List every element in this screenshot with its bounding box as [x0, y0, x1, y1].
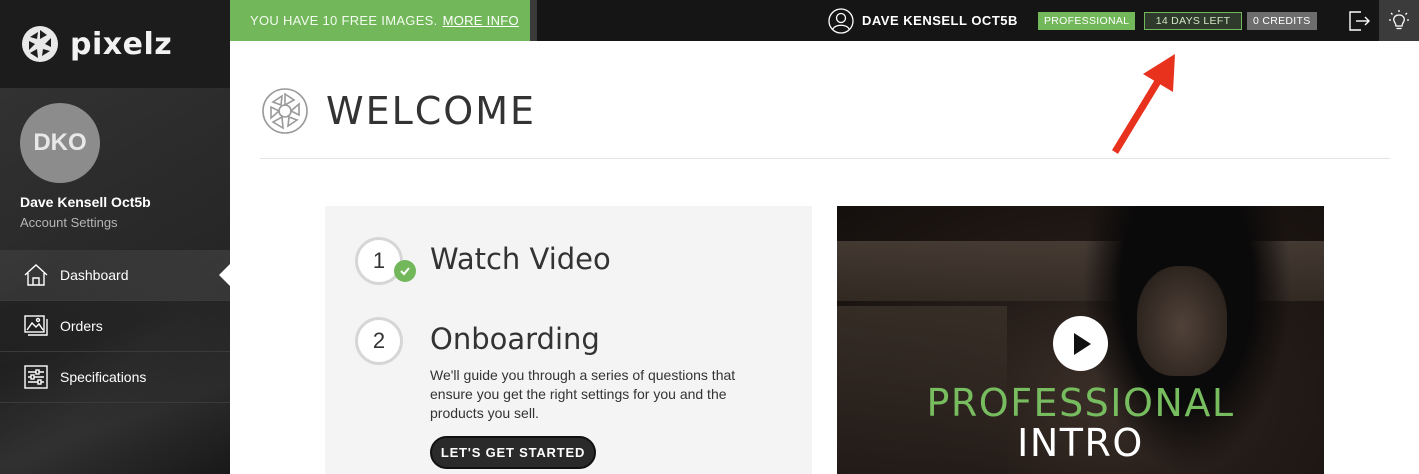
- page-title: WELCOME: [326, 89, 536, 133]
- sliders-icon: [22, 363, 50, 391]
- page-header: WELCOME: [260, 86, 536, 136]
- divider: [260, 158, 1390, 159]
- play-icon: [1073, 332, 1091, 355]
- top-bar: YOU HAVE 10 FREE IMAGES. MORE INFO DAVE …: [230, 0, 1419, 41]
- brand[interactable]: pixelz: [0, 0, 230, 88]
- plan-badge: PROFESSIONAL: [1038, 12, 1136, 30]
- video-title-line1: PROFESSIONAL: [926, 381, 1235, 425]
- account-settings-link[interactable]: Account Settings: [20, 215, 118, 230]
- theme-toggle-button[interactable]: [1379, 0, 1419, 41]
- profile-panel: DKO Dave Kensell Oct5b Account Settings: [0, 88, 230, 250]
- video-title-line2: INTRO: [1017, 421, 1144, 465]
- onboarding-description: We'll guide you through a series of ques…: [430, 367, 736, 421]
- banner-edge: [530, 0, 537, 41]
- home-icon: [22, 261, 50, 289]
- onboarding-steps: 1 Watch Video 2 Onboarding We'll guide y…: [325, 206, 812, 474]
- play-button[interactable]: [1053, 316, 1108, 371]
- trial-days-badge: 14 DAYS LEFT: [1144, 12, 1242, 30]
- app-root: pixelz DKO Dave Kensell Oct5b Account Se…: [0, 0, 1419, 474]
- pixelz-logo-icon: [22, 26, 58, 62]
- main-content: WELCOME 1 Watch Video 2 Onboarding We'll…: [230, 41, 1419, 474]
- sidebar-item-orders[interactable]: Orders: [0, 301, 230, 352]
- sidebar-item-label: Dashboard: [60, 267, 129, 283]
- logout-icon[interactable]: [1346, 8, 1372, 34]
- credits-badge[interactable]: 0 CREDITS: [1247, 12, 1317, 30]
- intro-video-player[interactable]: PROFESSIONAL INTRO: [837, 206, 1324, 474]
- user-icon: [828, 7, 854, 34]
- annotation-arrow-icon: [1112, 54, 1175, 154]
- more-info-link[interactable]: MORE INFO: [443, 13, 519, 28]
- user-name: DAVE KENSELL OCT5B: [862, 13, 1018, 28]
- sidebar-item-specifications[interactable]: Specifications: [0, 352, 230, 403]
- banner-text: YOU HAVE 10 FREE IMAGES.: [250, 13, 438, 28]
- avatar[interactable]: DKO: [20, 103, 100, 183]
- step-title-watch-video[interactable]: Watch Video: [430, 242, 611, 276]
- step-number-badge: 2: [355, 317, 403, 365]
- images-icon: [22, 312, 50, 340]
- step-title-onboarding: Onboarding: [430, 322, 600, 356]
- sidebar-item-dashboard[interactable]: Dashboard: [0, 250, 230, 301]
- free-images-banner: YOU HAVE 10 FREE IMAGES. MORE INFO: [230, 0, 530, 41]
- get-started-button[interactable]: LET'S GET STARTED: [430, 436, 596, 469]
- sidebar-item-label: Specifications: [60, 369, 147, 385]
- sidebar-item-label: Orders: [60, 318, 103, 334]
- pixelz-logo-icon: [262, 88, 308, 134]
- user-menu[interactable]: DAVE KENSELL OCT5B: [828, 0, 1018, 41]
- video-background: [1137, 266, 1227, 376]
- brand-name: pixelz: [70, 26, 173, 62]
- check-icon: [394, 260, 416, 282]
- sidebar-nav: Dashboard Orders Specifications: [0, 250, 230, 403]
- lightbulb-icon: [1389, 9, 1409, 29]
- profile-name: Dave Kensell Oct5b: [20, 194, 151, 210]
- sidebar: pixelz DKO Dave Kensell Oct5b Account Se…: [0, 0, 230, 474]
